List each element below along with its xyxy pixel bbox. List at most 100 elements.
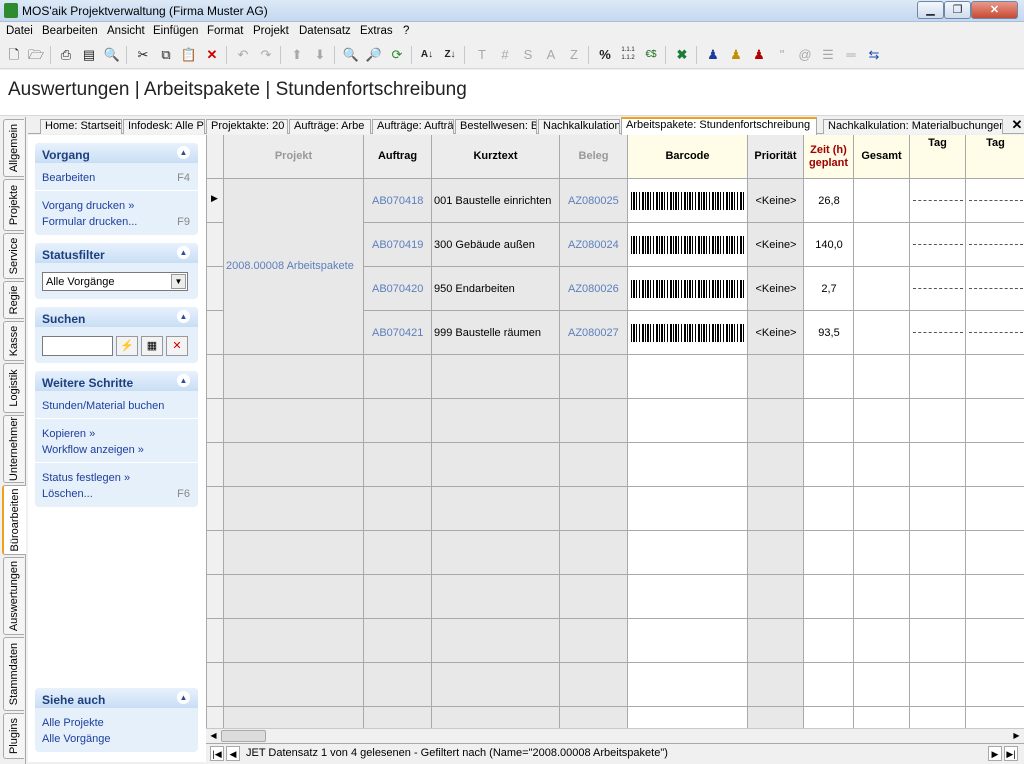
print-icon[interactable]: ⎙	[57, 46, 75, 64]
header-kurztext[interactable]: Kurztext	[432, 135, 560, 179]
beleg-cell[interactable]: AZ080025	[568, 179, 628, 223]
scroll-thumb[interactable]	[221, 730, 266, 742]
maximize-button[interactable]: ❐	[944, 1, 971, 19]
panel-weitere-header[interactable]: Weitere Schritte ▲	[35, 371, 198, 391]
percent-icon[interactable]: %	[596, 46, 614, 64]
action-vorgang-drucken[interactable]: Vorgang drucken »	[42, 200, 134, 212]
side-tab-regie[interactable]: Regie	[3, 281, 24, 319]
filter-remove-icon[interactable]: ✕	[166, 336, 188, 356]
filter-apply-icon[interactable]: ⚡	[116, 336, 138, 356]
doc-tab-home[interactable]: Home: Startseite	[40, 119, 122, 134]
move-down-icon[interactable]: ⬇	[311, 46, 329, 64]
panel-statusfilter-header[interactable]: Statusfilter ▲	[35, 243, 198, 263]
close-tab-icon[interactable]: ✕	[1010, 117, 1024, 133]
refresh-icon[interactable]: ⟳	[388, 46, 406, 64]
a-field-icon[interactable]: A	[542, 46, 560, 64]
header-projekt[interactable]: Projekt	[224, 135, 364, 179]
redo-icon[interactable]: ↷	[257, 46, 275, 64]
doc-tab-bestellwesen[interactable]: Bestellwesen: B	[455, 119, 537, 134]
side-tab-kasse[interactable]: Kasse	[3, 321, 24, 361]
doc-tab-auftraege[interactable]: Aufträge: Aufträ	[372, 119, 454, 134]
side-tab-allgemein[interactable]: Allgemein	[3, 119, 24, 177]
project-cell[interactable]: 2008.00008 Arbeitspakete	[226, 244, 362, 288]
chevron-down-icon[interactable]: ▼	[171, 274, 186, 289]
close-button[interactable]: ✕	[971, 1, 1018, 19]
equals-icon[interactable]: ═	[842, 46, 860, 64]
side-tab-auswertungen[interactable]: Auswertungen	[3, 557, 24, 635]
excel-export-icon[interactable]: ✖	[673, 46, 691, 64]
sort-ascending-icon[interactable]: A↓	[418, 46, 436, 64]
beleg-cell[interactable]: AZ080026	[568, 267, 628, 311]
z-field-icon[interactable]: Z	[565, 46, 583, 64]
field-lines-icon[interactable]: ☰	[819, 46, 837, 64]
side-tab-stammdaten[interactable]: Stammdaten	[3, 637, 24, 711]
undo-icon[interactable]: ↶	[234, 46, 252, 64]
doc-tab-arbeitspakete[interactable]: Arbeitspakete: Stundenfortschreibung	[621, 117, 817, 135]
header-gesamt[interactable]: Gesamt	[854, 135, 910, 179]
paste-icon[interactable]: 📋	[180, 46, 198, 64]
filter-edit-icon[interactable]: ▦	[141, 336, 163, 356]
beleg-cell[interactable]: AZ080024	[568, 223, 628, 267]
side-tab-projekte[interactable]: Projekte	[3, 179, 24, 231]
doc-tab-auftraege-arbe[interactable]: Aufträge: Arbe	[289, 119, 371, 134]
move-up-icon[interactable]: ⬆	[288, 46, 306, 64]
auftrag-cell[interactable]: AB070419	[372, 223, 432, 267]
collapse-icon[interactable]: ▲	[177, 246, 190, 259]
link-alle-projekte[interactable]: Alle Projekte	[42, 717, 104, 729]
text-field-icon[interactable]: T	[473, 46, 491, 64]
collapse-icon[interactable]: ▲	[177, 146, 190, 159]
action-formular-drucken[interactable]: Formular drucken...	[42, 216, 137, 228]
header-zeit-geplant[interactable]: Zeit (h) geplant	[804, 135, 854, 179]
side-tab-service[interactable]: Service	[3, 233, 24, 279]
action-workflow[interactable]: Workflow anzeigen »	[42, 444, 144, 456]
collapse-icon[interactable]: ▲	[177, 310, 190, 323]
print-preview-icon[interactable]: 🔍	[103, 46, 121, 64]
user-yellow-icon[interactable]: ♟	[727, 46, 745, 64]
scroll-left-icon[interactable]: ◀	[206, 729, 221, 743]
menu-format[interactable]: Format	[207, 25, 243, 37]
cut-icon[interactable]: ✂	[134, 46, 152, 64]
s-field-icon[interactable]: S	[519, 46, 537, 64]
previous-record-icon[interactable]: ◀	[226, 746, 240, 761]
header-tag-1[interactable]: Tag	[910, 135, 966, 179]
menu-datei[interactable]: Datei	[6, 25, 33, 37]
copy-icon[interactable]: ⧉	[157, 46, 175, 64]
sort-descending-icon[interactable]: Z↓	[441, 46, 459, 64]
auftrag-cell[interactable]: AB070418	[372, 179, 432, 223]
link-alle-vorgaenge[interactable]: Alle Vorgänge	[42, 733, 111, 745]
menu-help[interactable]: ?	[403, 25, 409, 37]
doc-tab-materialbuchungen[interactable]: Nachkalkulation: Materialbuchungen	[823, 119, 1003, 134]
number-field-icon[interactable]: #	[496, 46, 514, 64]
header-tag-2[interactable]: Tag	[966, 135, 1024, 179]
currency-icon[interactable]: €$	[642, 46, 660, 64]
menu-datensatz[interactable]: Datensatz	[299, 25, 351, 37]
side-tab-plugins[interactable]: Plugins	[3, 713, 24, 759]
open-folder-icon[interactable]: 🗁	[27, 46, 45, 64]
action-status-festlegen[interactable]: Status festlegen »	[42, 472, 130, 484]
menu-ansicht[interactable]: Ansicht	[107, 25, 145, 37]
side-tab-logistik[interactable]: Logistik	[3, 363, 24, 413]
horizontal-scrollbar[interactable]: ◀ ▶	[206, 728, 1024, 743]
search-input[interactable]	[42, 336, 113, 356]
action-loeschen[interactable]: Löschen...	[42, 488, 93, 500]
panel-siehe-header[interactable]: Siehe auch ▲	[35, 688, 198, 708]
user-blue-icon[interactable]: ♟	[704, 46, 722, 64]
next-record-icon[interactable]: ▶	[988, 746, 1002, 761]
delete-icon[interactable]: ✕	[203, 46, 221, 64]
new-document-icon[interactable]: 🗋	[5, 46, 23, 64]
quote-icon[interactable]: "	[773, 46, 791, 64]
menu-projekt[interactable]: Projekt	[253, 25, 289, 37]
header-beleg[interactable]: Beleg	[560, 135, 628, 179]
beleg-cell[interactable]: AZ080027	[568, 311, 628, 355]
menu-extras[interactable]: Extras	[360, 25, 393, 37]
menu-einfuegen[interactable]: Einfügen	[153, 25, 198, 37]
menu-bearbeiten[interactable]: Bearbeiten	[42, 25, 98, 37]
action-bearbeiten[interactable]: Bearbeiten	[42, 172, 95, 184]
action-kopieren[interactable]: Kopieren »	[42, 428, 95, 440]
minimize-button[interactable]: ▁	[917, 1, 944, 19]
print-setup-icon[interactable]: ▤	[80, 46, 98, 64]
last-record-icon[interactable]: ▶|	[1004, 746, 1018, 761]
action-stunden-buchen[interactable]: Stunden/Material buchen	[42, 400, 164, 412]
search-replace-icon[interactable]: 🔎	[365, 46, 383, 64]
scroll-right-icon[interactable]: ▶	[1009, 729, 1024, 743]
